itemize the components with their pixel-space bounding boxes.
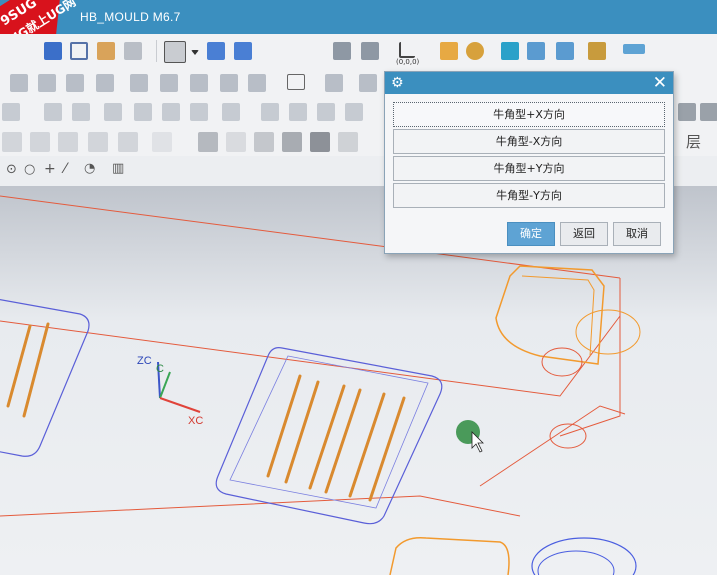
move-icon[interactable]	[345, 103, 363, 121]
circle-bottom-right	[531, 537, 637, 575]
wcs-x-axis	[159, 397, 201, 413]
curve-point-icon[interactable]	[72, 103, 90, 121]
more-tools-icon[interactable]	[678, 103, 696, 121]
mould-base-icon[interactable]	[588, 42, 606, 60]
extrude-icon[interactable]	[10, 74, 28, 92]
component-alt-icon[interactable]	[556, 42, 574, 60]
snap-icon[interactable]	[261, 103, 279, 121]
wcs-y-axis	[159, 371, 171, 399]
title-bar: HB_MOULD M6.7	[0, 0, 717, 34]
chevron-down-icon[interactable]	[191, 50, 199, 55]
view-back-icon[interactable]	[118, 132, 138, 152]
back-button[interactable]: 返回	[560, 222, 608, 246]
surface-icon[interactable]	[325, 74, 343, 92]
color-light-icon[interactable]	[338, 132, 358, 152]
option-plus-x[interactable]: 牛角型+X方向	[393, 102, 665, 127]
cube-solid-icon[interactable]	[44, 42, 62, 60]
wcs-z-label: ZC	[137, 355, 152, 367]
wcs-icon[interactable]	[399, 42, 415, 58]
document-icon[interactable]	[124, 42, 142, 60]
arrow-right-icon[interactable]	[234, 42, 252, 60]
gear-icon[interactable]	[466, 42, 484, 60]
engraved-text	[6, 322, 406, 502]
toolbar-row-1: 1 (0,0,0)	[0, 34, 717, 95]
boss-right-inner	[521, 275, 595, 357]
shell-icon[interactable]	[220, 74, 238, 92]
bridge-curve-icon[interactable]	[190, 103, 208, 121]
slab-edge-bottom	[0, 495, 521, 517]
trim-icon[interactable]	[359, 74, 377, 92]
tools-extra-icon[interactable]	[700, 103, 717, 121]
snap-cross-icon[interactable]: +	[44, 161, 56, 177]
slab-edge-lower	[479, 405, 626, 487]
shade-swatch-icon[interactable]	[164, 41, 186, 63]
cube-wire-icon[interactable]	[70, 42, 88, 60]
snap-face-icon[interactable]: ◔	[84, 161, 95, 176]
dialog-header: ⚙ ✕	[385, 72, 673, 94]
slab-edge-front	[0, 315, 621, 397]
component-icon[interactable]	[527, 42, 545, 60]
ok-button[interactable]: 确定	[507, 222, 555, 246]
layers-icon[interactable]	[333, 42, 351, 60]
offset-curve-icon[interactable]	[104, 103, 122, 121]
snap-line-icon[interactable]: ⁄	[64, 161, 66, 177]
view-right-icon[interactable]	[58, 132, 78, 152]
close-icon[interactable]: ✕	[653, 73, 667, 93]
circle-bottom-right-2	[537, 550, 615, 575]
hole-icon[interactable]	[130, 74, 148, 92]
measure-distance-icon[interactable]	[222, 103, 240, 121]
view-hidden-icon[interactable]	[152, 132, 172, 152]
chamfer-icon[interactable]	[190, 74, 208, 92]
option-plus-y[interactable]: 牛角型+Y方向	[393, 156, 665, 181]
color-mid-icon[interactable]	[282, 132, 302, 152]
wcs-hint: (0,0,0)	[396, 58, 420, 66]
sketch-icon[interactable]	[287, 74, 305, 90]
direction-dialog: ⚙ ✕ 牛角型+X方向 牛角型-X方向 牛角型+Y方向 牛角型-Y方向 确定 返…	[384, 71, 674, 254]
view-top-icon[interactable]	[30, 132, 50, 152]
cancel-button[interactable]: 取消	[613, 222, 661, 246]
box-open-icon[interactable]	[97, 42, 115, 60]
gear-icon: ⚙	[391, 75, 404, 91]
pattern-icon[interactable]	[248, 74, 266, 92]
color-dark-icon[interactable]	[310, 132, 330, 152]
arrow-up-icon[interactable]	[207, 42, 225, 60]
play-icon[interactable]	[501, 42, 519, 60]
render-icon[interactable]	[198, 132, 218, 152]
boss-bottom	[389, 536, 510, 575]
view-front-icon[interactable]	[2, 132, 22, 152]
layer-tag[interactable]: 层	[686, 131, 701, 152]
curve-line-icon[interactable]	[2, 103, 20, 121]
wcs-x-label: XC	[188, 415, 203, 427]
render-alt-icon[interactable]	[226, 132, 246, 152]
revolve-icon[interactable]	[38, 74, 56, 92]
snap-point-icon[interactable]: ⊙	[6, 162, 17, 177]
rotate-icon[interactable]	[289, 103, 307, 121]
layers-settings-icon[interactable]	[361, 42, 379, 60]
dimension-icon[interactable]	[623, 44, 645, 54]
join-curve-icon[interactable]	[162, 103, 180, 121]
plate-left	[0, 298, 90, 457]
toolbar-separator	[156, 40, 157, 62]
cylinder-icon[interactable]	[96, 74, 114, 92]
snap-center-icon[interactable]: ○	[24, 162, 35, 177]
option-minus-x[interactable]: 牛角型-X方向	[393, 129, 665, 154]
circle-hole-2	[541, 347, 583, 377]
measure-icon[interactable]	[440, 42, 458, 60]
color-gray-icon[interactable]	[254, 132, 274, 152]
boss-icon[interactable]	[160, 74, 178, 92]
fillet-icon[interactable]	[317, 103, 335, 121]
snap-grid-icon[interactable]: ▥	[112, 161, 124, 176]
block-icon[interactable]	[66, 74, 84, 92]
option-minus-y[interactable]: 牛角型-Y方向	[393, 183, 665, 208]
wcs-y-label: C	[156, 363, 164, 375]
project-curve-icon[interactable]	[134, 103, 152, 121]
view-iso-icon[interactable]	[88, 132, 108, 152]
curve-arc-icon[interactable]	[44, 103, 62, 121]
